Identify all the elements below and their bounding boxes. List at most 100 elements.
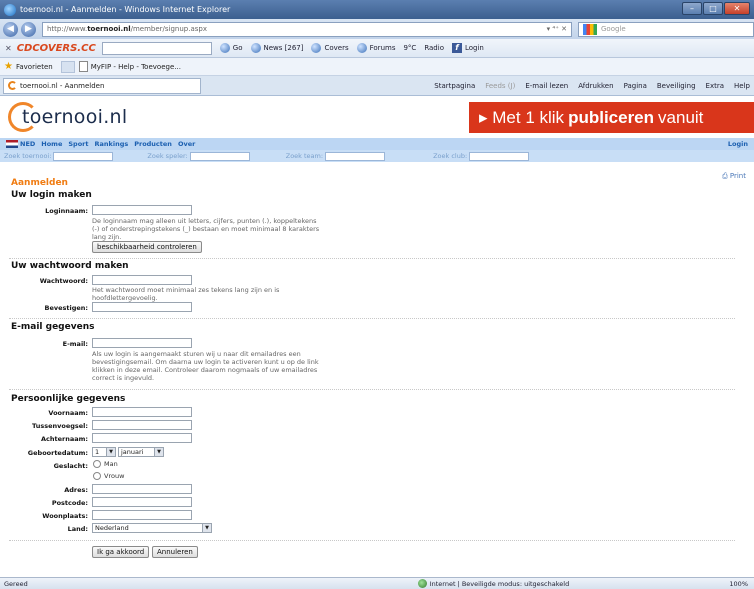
- check-availability-button[interactable]: beschikbaarheid controleren: [92, 241, 202, 253]
- help-menu[interactable]: Help: [734, 82, 750, 90]
- toolbar-go[interactable]: Go: [219, 43, 243, 53]
- country-select[interactable]: Nederland ▼: [92, 523, 212, 533]
- toolbar-weather[interactable]: 9°C: [403, 44, 416, 52]
- address-icons[interactable]: ▾ ⁴⁺ ✕: [547, 25, 567, 33]
- toolbar-forums[interactable]: Forums: [356, 43, 396, 53]
- divider: [9, 258, 735, 259]
- page-title: Aanmelden: [11, 178, 68, 188]
- search-team-label: Zoek team:: [285, 152, 324, 160]
- username-input[interactable]: [92, 205, 192, 215]
- postcode-input[interactable]: [92, 497, 192, 507]
- favorite-item-myfip[interactable]: MyFIP - Help - Toevoege...: [91, 63, 181, 71]
- address-bar[interactable]: http://www. toernooi.nl/member/signup.asp…: [42, 21, 572, 37]
- zoom-level[interactable]: 100%: [729, 580, 748, 588]
- print-link[interactable]: ⎙ Print: [722, 172, 746, 181]
- gender-male-label: Man: [104, 460, 118, 468]
- search-player-input[interactable]: [189, 151, 250, 161]
- toolbar-brand[interactable]: CDCOVERS.CC: [17, 43, 96, 54]
- radio-icon: [93, 460, 101, 468]
- facebook-login-label: Login: [464, 44, 484, 52]
- go-label: Go: [232, 44, 243, 52]
- minimize-button[interactable]: –: [682, 2, 702, 15]
- status-text: Gereed: [4, 579, 28, 588]
- page-icon: [78, 61, 88, 72]
- forums-icon: [356, 43, 367, 53]
- city-input[interactable]: [92, 510, 192, 520]
- section-personal-title: Persoonlijke gegevens: [11, 394, 126, 404]
- birth-day-select[interactable]: 1 ▼: [92, 447, 116, 457]
- add-favorite-icon[interactable]: [60, 60, 75, 73]
- tab-row: toernooi.nl - Aanmelden Startpagina Feed…: [0, 76, 754, 96]
- gender-label: Geslacht:: [53, 462, 88, 470]
- nav-login[interactable]: Login: [728, 140, 748, 148]
- page-menu[interactable]: Pagina: [624, 82, 647, 90]
- search-box[interactable]: Google: [578, 21, 754, 37]
- print-button[interactable]: Afdrukken: [578, 82, 613, 90]
- back-button[interactable]: ◀: [3, 21, 18, 37]
- password-label: Wachtwoord:: [39, 277, 88, 285]
- close-button[interactable]: ✕: [724, 2, 750, 15]
- favorites-button[interactable]: Favorieten: [16, 63, 53, 71]
- site-logo[interactable]: toernooi.nl: [8, 102, 158, 132]
- url-prefix: http://www.: [47, 25, 88, 33]
- address-input[interactable]: [92, 484, 192, 494]
- nav-item-producten[interactable]: Producten: [134, 140, 172, 148]
- tab-aanmelden[interactable]: toernooi.nl - Aanmelden: [3, 77, 201, 94]
- site-search-bar: Zoek toernooi: Zoek speler: Zoek team: Z…: [0, 150, 754, 162]
- search-club-input[interactable]: [469, 151, 530, 161]
- brand-cd: CD: [16, 42, 33, 54]
- email-label: E-mail:: [62, 340, 88, 348]
- middlename-input[interactable]: [92, 420, 192, 430]
- security-zone[interactable]: Internet | Beveiligde modus: uitgeschake…: [417, 579, 569, 588]
- firstname-input[interactable]: [92, 407, 192, 417]
- publish-banner[interactable]: ▸ Met 1 klik publiceren vanuit: [469, 102, 754, 133]
- email-button[interactable]: E-mail lezen: [525, 82, 568, 90]
- close-toolbar-icon[interactable]: ✕: [5, 44, 12, 53]
- middlename-label: Tussenvoegsel:: [32, 422, 88, 430]
- section-email-title: E-mail gegevens: [11, 322, 95, 332]
- ie-icon: [4, 3, 16, 16]
- divider: [9, 389, 735, 390]
- forward-button[interactable]: ▶: [21, 21, 36, 37]
- firstname-label: Voornaam:: [48, 409, 88, 417]
- search-team-input[interactable]: [325, 151, 386, 161]
- lastname-input[interactable]: [92, 433, 192, 443]
- email-input[interactable]: [92, 338, 192, 348]
- google-icon: [583, 23, 597, 35]
- chevron-down-icon: ▼: [202, 524, 211, 532]
- agree-button[interactable]: Ik ga akkoord: [92, 546, 150, 558]
- nav-item-home[interactable]: Home: [41, 140, 62, 148]
- facebook-icon: f: [451, 43, 462, 53]
- password-input[interactable]: [92, 275, 192, 285]
- maximize-button[interactable]: □: [703, 2, 723, 15]
- radio-icon: [93, 472, 101, 480]
- nav-item-rankings[interactable]: Rankings: [95, 140, 129, 148]
- home-button[interactable]: Startpagina: [434, 82, 475, 90]
- search-tournament-input[interactable]: [53, 151, 114, 161]
- username-label: Loginnaam:: [45, 207, 88, 215]
- toolbar-search-input[interactable]: [101, 41, 212, 55]
- gender-male-radio[interactable]: Man: [93, 460, 118, 468]
- cancel-button[interactable]: Annuleren: [152, 546, 198, 558]
- news-icon: [250, 43, 261, 53]
- divider: [9, 318, 735, 319]
- confirm-password-input[interactable]: [92, 302, 192, 312]
- toolbar-facebook[interactable]: f Login: [451, 43, 484, 53]
- go-icon: [219, 43, 230, 53]
- nav-item-over[interactable]: Over: [178, 140, 195, 148]
- gender-female-radio[interactable]: Vrouw: [93, 472, 124, 480]
- toolbar-radio[interactable]: Radio: [424, 44, 444, 52]
- nav-item-sport[interactable]: Sport: [68, 140, 88, 148]
- feeds-button[interactable]: Feeds (J): [485, 82, 515, 90]
- url-path: /member/signup.aspx: [130, 25, 207, 33]
- birth-day-value: 1: [95, 448, 100, 456]
- toolbar-news[interactable]: News [267]: [250, 43, 303, 53]
- toolbar-covers[interactable]: Covers: [311, 43, 349, 53]
- covers-label: Covers: [324, 44, 349, 52]
- language-selector[interactable]: NED: [20, 140, 35, 148]
- extra-menu[interactable]: Extra: [706, 82, 724, 90]
- security-menu[interactable]: Beveiliging: [657, 82, 696, 90]
- postcode-label: Postcode:: [51, 499, 88, 507]
- birth-month-select[interactable]: januari ▼: [118, 447, 164, 457]
- forums-label: Forums: [369, 44, 396, 52]
